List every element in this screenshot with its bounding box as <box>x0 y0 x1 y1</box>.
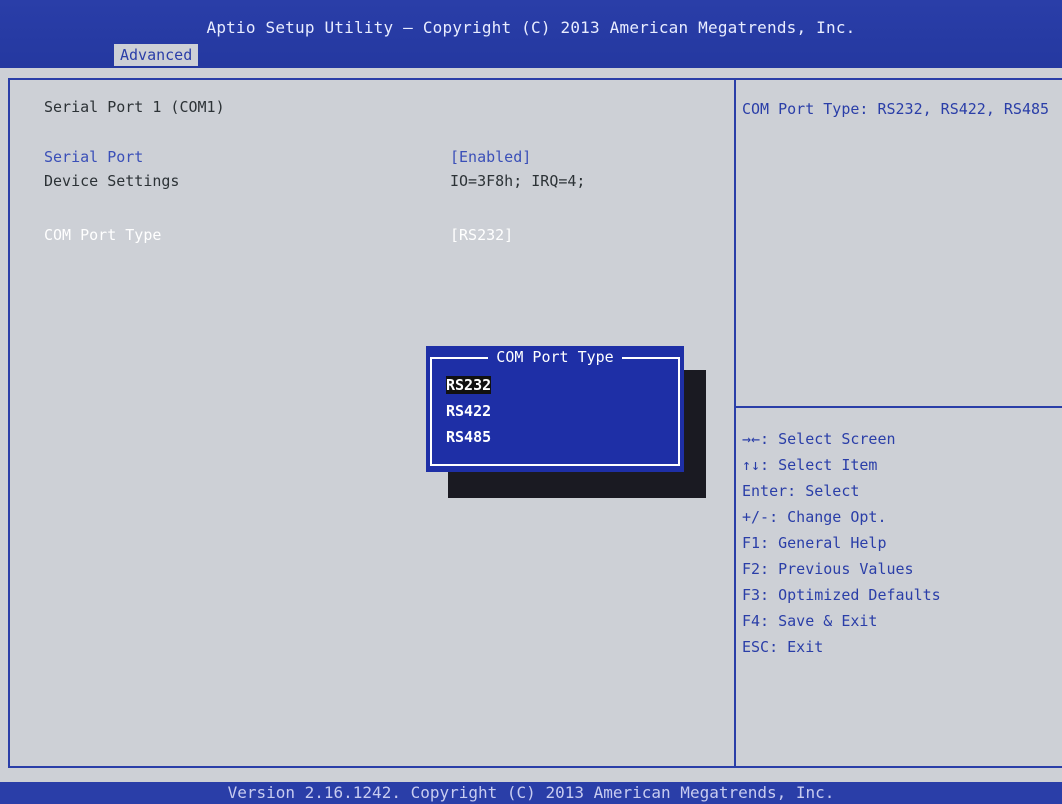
key-optimized-defaults: F3: Optimized Defaults <box>742 586 941 604</box>
setting-label: Serial Port <box>44 148 144 166</box>
popup-title: COM Port Type <box>488 348 622 366</box>
version-footer: Version 2.16.1242. Copyright (C) 2013 Am… <box>227 783 835 802</box>
option-label: RS485 <box>446 428 492 446</box>
com-port-type-popup: COM Port Type RS232 RS422 RS485 <box>426 346 684 472</box>
setting-com-port-type[interactable]: COM Port Type [RS232] <box>44 224 724 246</box>
setting-serial-port[interactable]: Serial Port [Enabled] <box>44 146 724 168</box>
popup-options: RS232 RS422 RS485 <box>446 372 492 450</box>
popup-title-row: COM Port Type <box>426 346 684 368</box>
key-save-exit: F4: Save & Exit <box>742 612 878 630</box>
section-title: Serial Port 1 (COM1) <box>44 98 225 116</box>
key-general-help: F1: General Help <box>742 534 887 552</box>
utility-title: Aptio Setup Utility – Copyright (C) 2013… <box>206 18 856 37</box>
help-description: COM Port Type: RS232, RS422, RS485 <box>742 100 1050 118</box>
key-esc-exit: ESC: Exit <box>742 638 824 656</box>
option-label: RS232 <box>446 376 492 394</box>
key-change-opt: +/-: Change Opt. <box>742 508 887 526</box>
key-previous-values: F2: Previous Values <box>742 560 914 578</box>
popup-option-rs485[interactable]: RS485 <box>446 424 491 450</box>
key-enter: Enter: Select <box>742 482 860 500</box>
panel-divider-vertical <box>734 78 736 768</box>
setting-value: IO=3F8h; IRQ=4; <box>450 172 586 190</box>
section-title-row: Serial Port 1 (COM1) <box>44 96 724 118</box>
key-select-screen: →←: Select Screen <box>742 430 896 448</box>
option-label: RS422 <box>446 402 492 420</box>
popup-option-rs232[interactable]: RS232 <box>446 372 492 398</box>
setting-value[interactable]: [RS232] <box>450 224 513 246</box>
tab-advanced[interactable]: Advanced <box>114 44 199 66</box>
key-select-item: ↑↓: Select Item <box>742 456 878 474</box>
setting-value[interactable]: [Enabled] <box>450 146 531 168</box>
setting-device-settings: Device Settings IO=3F8h; IRQ=4; <box>44 170 724 192</box>
panel-divider-horizontal <box>736 406 1062 408</box>
bios-screen: Aptio Setup Utility – Copyright (C) 2013… <box>0 0 1062 804</box>
popup-option-rs422[interactable]: RS422 <box>446 398 491 424</box>
setting-label: COM Port Type <box>44 226 162 244</box>
key-legend: →←: Select Screen ↑↓: Select Item Enter:… <box>742 426 1052 660</box>
title-bar: Aptio Setup Utility – Copyright (C) 2013… <box>0 0 1062 68</box>
setting-label: Device Settings <box>44 172 180 190</box>
